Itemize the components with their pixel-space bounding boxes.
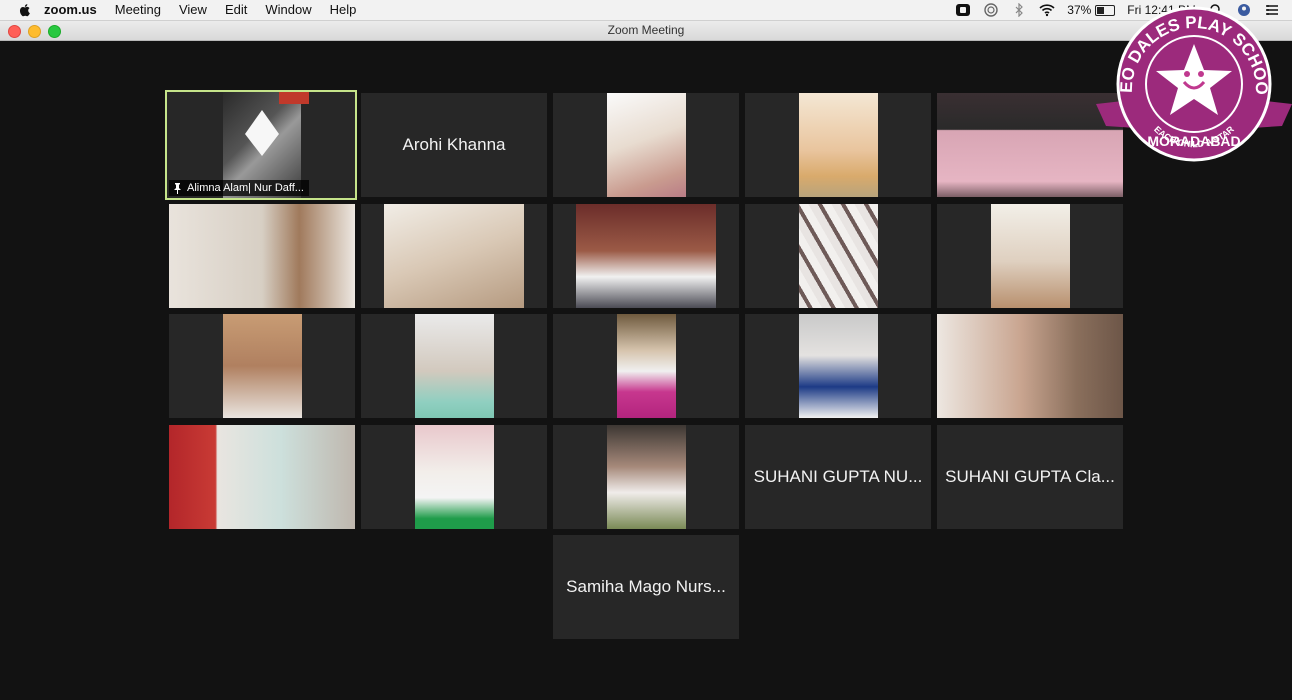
video-tile[interactable]: [937, 314, 1123, 418]
participant-name: Samiha Mago Nurs...: [566, 577, 726, 596]
menu-edit[interactable]: Edit: [225, 0, 247, 20]
star-eye-right: [1198, 71, 1204, 77]
menu-window[interactable]: Window: [265, 0, 311, 20]
menu-meeting[interactable]: Meeting: [115, 0, 161, 20]
school-logo: NEO DALES PLAY SCHOOL EACH CHILD A STAR …: [1096, 4, 1292, 162]
video-feed: [415, 425, 494, 529]
focus-icon[interactable]: [983, 3, 999, 17]
menu-view[interactable]: View: [179, 0, 207, 20]
window-title: Zoom Meeting: [607, 23, 685, 37]
video-tile[interactable]: SUHANI GUPTA NU...: [745, 425, 931, 529]
video-feed: [937, 314, 1123, 418]
video-feed: [799, 204, 878, 308]
wifi-icon[interactable]: [1039, 3, 1055, 17]
video-tile[interactable]: [553, 314, 739, 418]
video-tile[interactable]: [937, 204, 1123, 308]
participant-name: Alimna Alam| Nur Daff...: [187, 182, 304, 194]
video-tile[interactable]: SUHANI GUPTA Cla...: [937, 425, 1123, 529]
participant-name: Arohi Khanna: [402, 135, 506, 154]
participant-name: SUHANI GUPTA Cla...: [945, 467, 1115, 486]
fullscreen-window-button[interactable]: [48, 25, 61, 38]
video-feed: [607, 425, 686, 529]
video-feed: [799, 93, 878, 197]
video-feed: [415, 314, 494, 418]
video-feed: [991, 204, 1070, 308]
video-tile-active-speaker[interactable]: Alimna Alam| Nur Daff...: [165, 90, 357, 200]
video-feed: [384, 204, 524, 308]
video-tile[interactable]: [745, 314, 931, 418]
star-eye-left: [1184, 71, 1190, 77]
video-tile[interactable]: [169, 204, 355, 308]
bluetooth-icon[interactable]: [1011, 3, 1027, 17]
battery-percent: 37%: [1067, 3, 1092, 17]
video-tile[interactable]: [553, 93, 739, 197]
close-window-button[interactable]: [8, 25, 21, 38]
video-feed: [617, 314, 676, 418]
video-feed: [799, 314, 878, 418]
participant-name-tag: Alimna Alam| Nur Daff...: [169, 180, 309, 196]
video-tile[interactable]: [169, 314, 355, 418]
video-feed: [607, 93, 686, 197]
video-tile[interactable]: [361, 204, 547, 308]
video-feed: [169, 425, 355, 529]
video-tile[interactable]: [553, 204, 739, 308]
apple-icon[interactable]: [18, 3, 32, 17]
minimize-window-button[interactable]: [28, 25, 41, 38]
video-feed: [169, 204, 355, 308]
video-tile[interactable]: [745, 93, 931, 197]
pin-icon: [174, 182, 181, 194]
video-feed: [576, 204, 716, 308]
video-feed: [223, 314, 302, 418]
participant-name: SUHANI GUPTA NU...: [753, 467, 923, 486]
video-tile[interactable]: Samiha Mago Nurs...: [553, 535, 739, 639]
video-tile[interactable]: [361, 425, 547, 529]
menu-help[interactable]: Help: [330, 0, 357, 20]
app-menu-zoom[interactable]: zoom.us: [44, 0, 97, 20]
screen-share-icon[interactable]: [955, 3, 971, 17]
window-controls: [8, 25, 68, 38]
logo-text-bottom: MORADABAD: [1147, 133, 1240, 149]
video-tile[interactable]: [169, 425, 355, 529]
video-tile[interactable]: [553, 425, 739, 529]
video-tile[interactable]: [745, 204, 931, 308]
video-tile[interactable]: [361, 314, 547, 418]
video-tile[interactable]: Arohi Khanna: [361, 93, 547, 197]
